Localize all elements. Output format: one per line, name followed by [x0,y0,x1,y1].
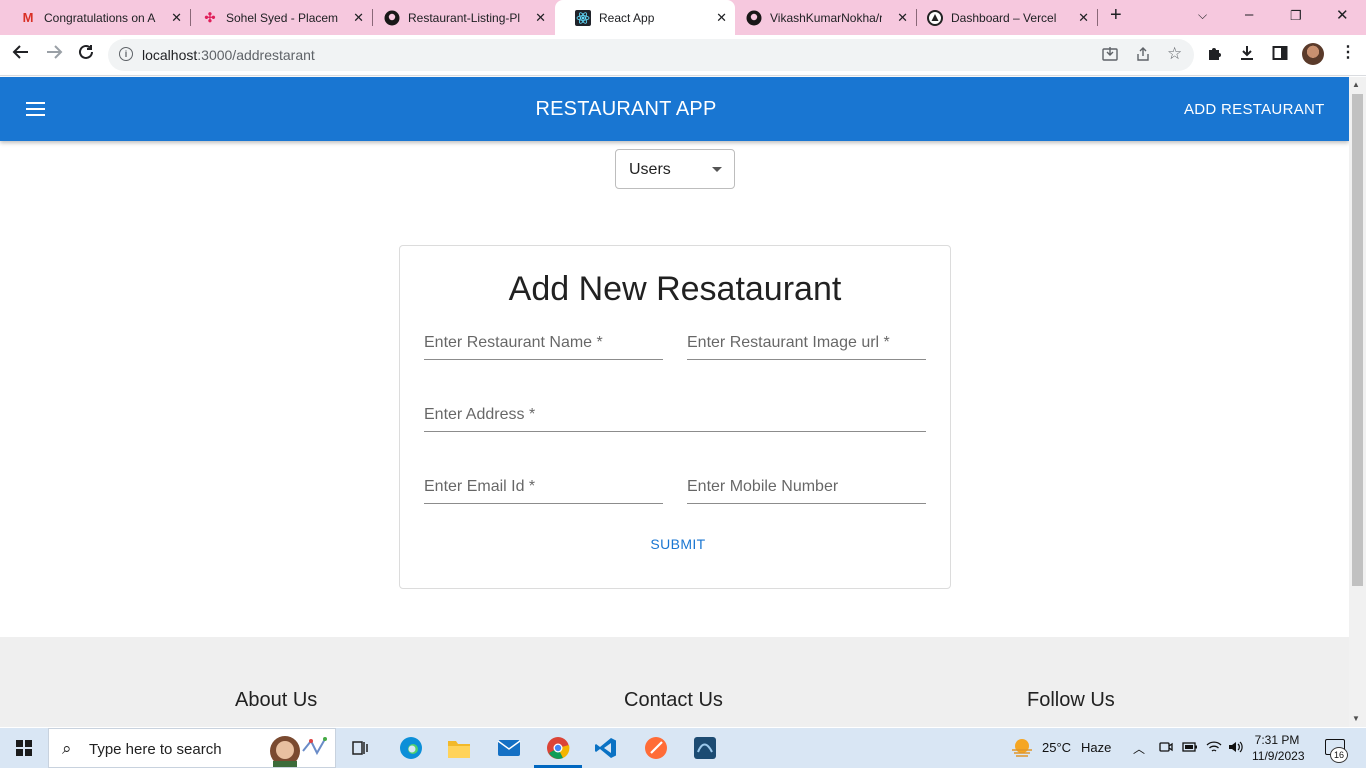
slack-icon: ✣ [204,9,216,25]
page-footer: About Us Contact Us Follow Us [0,637,1349,727]
battery-icon[interactable] [1182,740,1198,757]
url-text[interactable]: localhost:3000/addrestarant [142,47,315,63]
github-icon [384,10,400,26]
tab-title: React App [599,10,655,25]
tab-title: VikashKumarNokha/r [770,10,882,25]
gmail-icon: M [22,10,34,25]
task-view-icon[interactable] [346,734,374,762]
browser-tab[interactable]: Dashboard – Vercel ✕ [907,0,1097,35]
add-restaurant-form: Add New Resataurant Enter Restaurant Nam… [399,245,951,589]
minimize-icon[interactable]: – [1245,6,1253,23]
restore-icon[interactable]: ❐ [1290,8,1302,24]
vscode-icon[interactable] [592,734,620,762]
tab-title: Congratulations on A [44,10,156,25]
field-label: Enter Restaurant Name * [424,334,603,351]
extensions-icon[interactable] [1207,45,1223,65]
browser-tab[interactable]: VikashKumarNokha/r ✕ [726,0,916,35]
field-label: Enter Restaurant Image url * [687,334,890,351]
close-tab-icon[interactable]: ✕ [171,10,182,26]
downloads-icon[interactable] [1239,45,1255,65]
app-bar: RESTAURANT APP ADD RESTAURANT [0,77,1349,141]
taskbar-search-box[interactable]: ⌕ Type here to search [48,728,336,768]
taskbar-clock[interactable]: 7:31 PM 11/9/2023 [1252,732,1305,764]
weather-icon[interactable] [1010,736,1034,761]
dropdown-arrow-icon [712,167,722,172]
browser-tab[interactable]: ✣ Sohel Syed - Placeme ✕ [182,0,372,35]
add-restaurant-button[interactable]: ADD RESTAURANT [1174,99,1335,120]
mysql-workbench-icon[interactable] [691,734,719,762]
mobile-number-field[interactable]: Enter Mobile Number [687,476,926,504]
footer-contact-heading: Contact Us [624,689,723,711]
new-tab-icon[interactable]: + [1110,4,1122,27]
clock-time: 7:31 PM [1254,733,1300,747]
address-field[interactable]: Enter Address * [424,404,926,432]
install-app-icon[interactable] [1102,46,1118,66]
bookmark-star-icon[interactable]: ☆ [1167,44,1182,64]
forward-arrow-icon[interactable] [45,43,63,66]
browser-tab-active[interactable]: React App ✕ [555,0,735,35]
search-highlight-illustration [270,736,327,767]
field-label: Enter Address * [424,406,536,423]
form-title: Add New Resataurant [508,270,842,308]
weather-temperature[interactable]: 25°C [1042,740,1071,755]
users-select[interactable]: Users [615,149,735,189]
react-icon [575,9,591,26]
close-tab-icon[interactable]: ✕ [353,10,364,26]
footer-follow-heading: Follow Us [1027,689,1115,711]
tray-chevron-up-icon[interactable]: ︿ [1133,740,1145,757]
clock-date: 11/9/2023 [1252,749,1305,763]
restaurant-image-url-field[interactable]: Enter Restaurant Image url * [687,332,926,360]
windows-taskbar: ⌕ Type here to search 25°C Haze ︿ 7:31 P… [0,728,1366,768]
restaurant-name-field[interactable]: Enter Restaurant Name * [424,332,663,360]
tab-title: Dashboard – Vercel [951,10,1057,25]
browser-tab-strip: M Congratulations on A ✕ ✣ Sohel Syed - … [0,0,1366,35]
site-info-icon[interactable]: i [119,47,133,61]
notification-count-badge: 16 [1330,747,1348,763]
search-placeholder: Type here to search [89,741,222,758]
volume-icon[interactable] [1228,740,1244,757]
tab-title: Restaurant-Listing-Pl [408,10,520,25]
scrollbar-thumb[interactable] [1352,94,1363,586]
mail-icon[interactable] [495,734,523,762]
scroll-up-arrow-icon[interactable]: ▲ [1352,80,1360,89]
meet-now-icon[interactable] [1159,740,1173,757]
footer-about-heading: About Us [235,689,318,711]
wifi-icon[interactable] [1206,740,1222,757]
close-tab-icon[interactable]: ✕ [535,10,546,26]
tab-divider [1097,9,1098,26]
search-icon: ⌕ [62,739,72,758]
reload-icon[interactable] [77,43,95,66]
edge-icon[interactable] [397,734,425,762]
postman-icon[interactable] [642,734,670,762]
file-explorer-icon[interactable] [445,734,473,762]
submit-button[interactable]: SUBMIT [640,536,716,552]
window-close-icon[interactable]: ✕ [1336,6,1349,24]
email-field[interactable]: Enter Email Id * [424,476,663,504]
browser-menu-icon[interactable]: ⋮ [1340,42,1356,62]
close-tab-icon[interactable]: ✕ [1078,10,1089,26]
side-panel-icon[interactable] [1272,45,1288,65]
address-bar[interactable]: i localhost:3000/addrestarant ☆ [108,39,1194,71]
tab-search-chevron-icon[interactable]: ⌵ [1198,8,1207,23]
field-label: Enter Email Id * [424,478,536,495]
profile-avatar[interactable] [1302,43,1324,65]
browser-tab[interactable]: Restaurant-Listing-Pl ✕ [364,0,554,35]
weather-description[interactable]: Haze [1081,740,1111,755]
browser-toolbar: i localhost:3000/addrestarant ☆ ⋮ [0,35,1366,76]
users-select-value: Users [629,161,671,178]
app-title: RESTAURANT APP [535,98,717,120]
browser-tab[interactable]: M Congratulations on A ✕ [0,0,190,35]
field-label: Enter Mobile Number [687,478,839,495]
scroll-down-arrow-icon[interactable]: ▼ [1352,714,1360,723]
vercel-icon [927,9,943,26]
back-arrow-icon[interactable] [12,43,30,66]
windows-start-icon[interactable] [16,740,32,756]
chrome-icon[interactable] [544,734,572,762]
github-icon [746,10,762,26]
share-icon[interactable] [1135,46,1151,66]
tab-title: Sohel Syed - Placeme [226,10,338,25]
